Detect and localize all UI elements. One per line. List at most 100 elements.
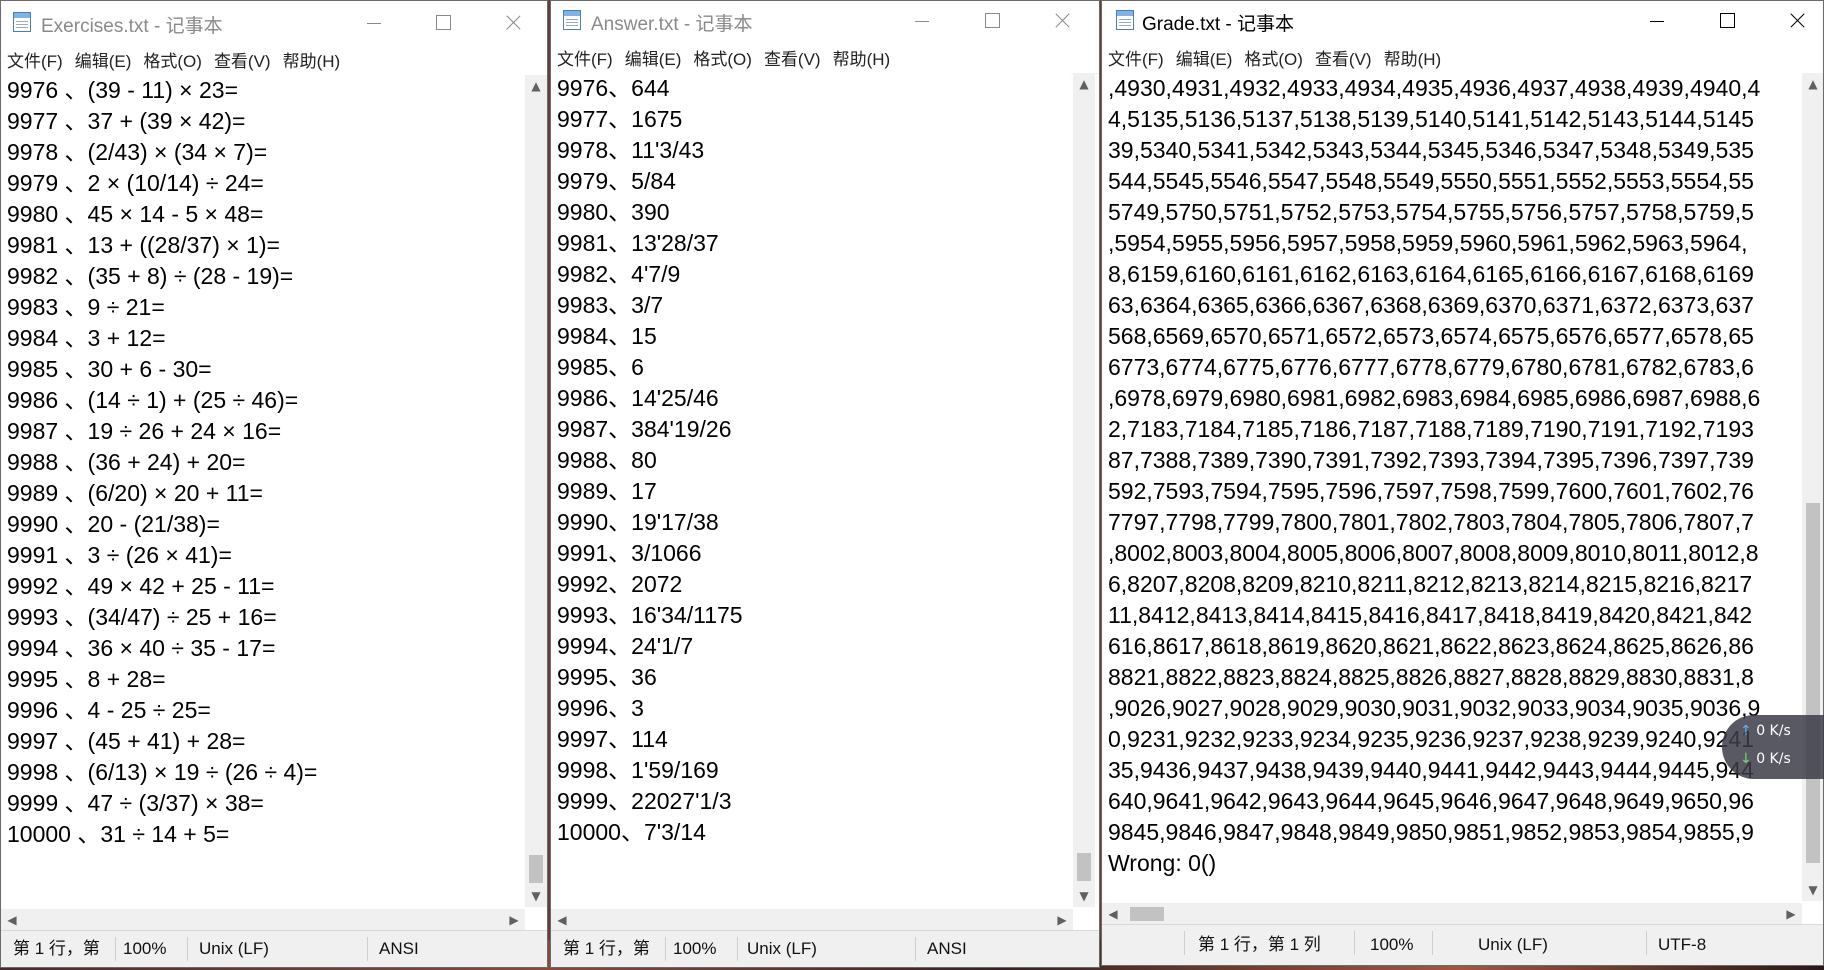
status-bar: 第 1 行，第 100% Unix (LF) ANSI [1,930,547,967]
answer-window[interactable]: Answer.txt - 记事本 文件(F) 编辑(E) 格式(O) 查看(V)… [550,0,1100,968]
menu-edit[interactable]: 编辑(E) [1176,45,1233,70]
text-line: 9982 、(35 + 8) ÷ (28 - 19)= [7,263,294,289]
scroll-thumb[interactable] [1077,853,1091,881]
scroll-up-arrow-icon[interactable]: ▲ [1073,73,1095,95]
notepad-icon [1116,10,1134,30]
minimize-icon[interactable] [907,5,937,35]
status-bar: 第 1 行，第 100% Unix (LF) ANSI [551,930,1099,967]
title-bar[interactable]: Exercises.txt - 记事本 [1,1,547,43]
maximize-icon[interactable] [428,7,458,37]
menu-format[interactable]: 格式(O) [693,45,752,70]
minimize-icon[interactable] [1642,5,1672,35]
status-position: 第 1 行，第 [563,939,650,958]
text-line: 9986、14'25/46 [557,385,719,411]
text-area[interactable]: 9976、644 9977、1675 9978、11'3/43 9979、5/8… [551,73,1071,907]
text-line: 544,5545,5546,5547,5548,5549,5550,5551,5… [1108,168,1754,194]
text-line: 8,6159,6160,6161,6162,6163,6164,6165,616… [1108,261,1754,287]
text-line: 9993 、(34/47) ÷ 25 + 16= [7,604,277,630]
scroll-down-arrow-icon[interactable]: ▼ [525,885,547,907]
text-line: 568,6569,6570,6571,6572,6573,6574,6575,6… [1108,323,1754,349]
scroll-right-arrow-icon[interactable]: ▶ [503,909,525,931]
text-line: 39,5340,5341,5342,5343,5344,5345,5346,53… [1108,137,1754,163]
close-icon[interactable] [1047,5,1077,35]
scroll-right-arrow-icon[interactable]: ▶ [1051,909,1073,931]
horizontal-scrollbar[interactable]: ◀ ▶ [1102,903,1802,925]
title-bar[interactable]: Answer.txt - 记事本 [551,1,1099,43]
text-line: 11,8412,8413,8414,8415,8416,8417,8418,84… [1108,602,1753,628]
text-line: 9976、644 [557,75,670,101]
text-line: 9978、11'3/43 [557,137,705,163]
status-divider [115,937,116,961]
scroll-up-arrow-icon[interactable]: ▲ [525,75,547,97]
horizontal-scrollbar[interactable]: ◀ ▶ [551,909,1073,931]
wrong-summary: Wrong: 0() [1108,850,1217,876]
scroll-up-arrow-icon[interactable]: ▲ [1802,73,1823,95]
menu-file[interactable]: 文件(F) [557,45,613,70]
text-area[interactable]: 9976 、(39 - 11) × 23= 9977 、37 + (39 × 4… [1,75,525,907]
vertical-scrollbar[interactable]: ▲ ▼ [525,75,547,907]
scroll-thumb[interactable] [1806,503,1820,863]
scroll-down-arrow-icon[interactable]: ▼ [1073,885,1095,907]
notepad-icon [563,10,581,30]
network-speed-widget[interactable]: ↑ 0 K/s ↓ 0 K/s [1722,715,1824,779]
scroll-left-arrow-icon[interactable]: ◀ [1,909,23,931]
text-line: 9980、390 [557,199,670,225]
menu-edit[interactable]: 编辑(E) [625,45,682,70]
text-line: 9990 、20 - (21/38)= [7,511,220,537]
menu-format[interactable]: 格式(O) [143,47,202,72]
status-divider [187,937,188,961]
vertical-scrollbar[interactable]: ▲ ▼ [1073,73,1095,907]
status-eol: Unix (LF) [1478,935,1548,954]
menu-view[interactable]: 查看(V) [214,47,271,72]
close-icon[interactable] [498,7,528,37]
scroll-thumb[interactable] [1130,907,1164,921]
exercises-window[interactable]: Exercises.txt - 记事本 文件(F) 编辑(E) 格式(O) 查看… [0,0,548,968]
menu-view[interactable]: 查看(V) [1315,45,1372,70]
text-line: 10000 、31 ÷ 14 + 5= [7,821,230,847]
text-line: 9990、19'17/38 [557,509,719,535]
scroll-left-arrow-icon[interactable]: ◀ [1102,903,1124,925]
text-line: 9997 、(45 + 41) + 28= [7,728,246,754]
text-line: 592,7593,7594,7595,7596,7597,7598,7599,7… [1108,478,1754,504]
text-line: 9980 、45 × 14 - 5 × 48= [7,201,264,227]
text-line: 9979、5/84 [557,168,676,194]
menu-file[interactable]: 文件(F) [7,47,63,72]
minimize-icon[interactable] [359,7,389,37]
status-zoom: 100% [123,939,167,958]
close-icon[interactable] [1782,5,1812,35]
scroll-right-arrow-icon[interactable]: ▶ [1780,903,1802,925]
text-line: 8821,8822,8823,8824,8825,8826,8827,8828,… [1108,664,1754,690]
menu-help[interactable]: 帮助(H) [1384,45,1442,70]
menu-file[interactable]: 文件(F) [1108,45,1164,70]
maximize-icon[interactable] [977,5,1007,35]
text-area[interactable]: ,4930,4931,4932,4933,4934,4935,4936,4937… [1102,73,1802,901]
scroll-down-arrow-icon[interactable]: ▼ [1802,879,1823,901]
menu-edit[interactable]: 编辑(E) [75,47,132,72]
grade-window[interactable]: Grade.txt - 记事本 文件(F) 编辑(E) 格式(O) 查看(V) … [1101,0,1824,966]
status-eol: Unix (LF) [747,939,817,958]
text-line: 4,5135,5136,5137,5138,5139,5140,5141,514… [1108,106,1754,132]
menu-view[interactable]: 查看(V) [764,45,821,70]
title-bar[interactable]: Grade.txt - 记事本 [1102,1,1823,43]
window-title: Grade.txt - 记事本 [1142,14,1295,35]
upload-speed: 0 K/s [1756,723,1791,739]
maximize-icon[interactable] [1712,5,1742,35]
menu-help[interactable]: 帮助(H) [283,47,341,72]
text-line: 5749,5750,5751,5752,5753,5754,5755,5756,… [1108,199,1754,225]
scroll-left-arrow-icon[interactable]: ◀ [551,909,573,931]
status-divider [915,937,916,961]
status-eol: Unix (LF) [199,939,269,958]
menu-bar: 文件(F) 编辑(E) 格式(O) 查看(V) 帮助(H) [1,43,547,76]
status-encoding: UTF-8 [1658,935,1707,954]
menu-format[interactable]: 格式(O) [1244,45,1303,70]
horizontal-scrollbar[interactable]: ◀ ▶ [1,909,525,931]
text-line: 9989、17 [557,478,657,504]
menu-help[interactable]: 帮助(H) [833,45,891,70]
upload-arrow-icon: ↑ [1740,723,1752,739]
text-line: 9995 、8 + 28= [7,666,166,692]
text-line: 9988、80 [557,447,657,473]
scroll-thumb[interactable] [529,855,543,883]
text-line: 9984 、3 + 12= [7,325,166,351]
text-line: 9985、6 [557,354,644,380]
text-line: 9994、24'1/7 [557,633,694,659]
